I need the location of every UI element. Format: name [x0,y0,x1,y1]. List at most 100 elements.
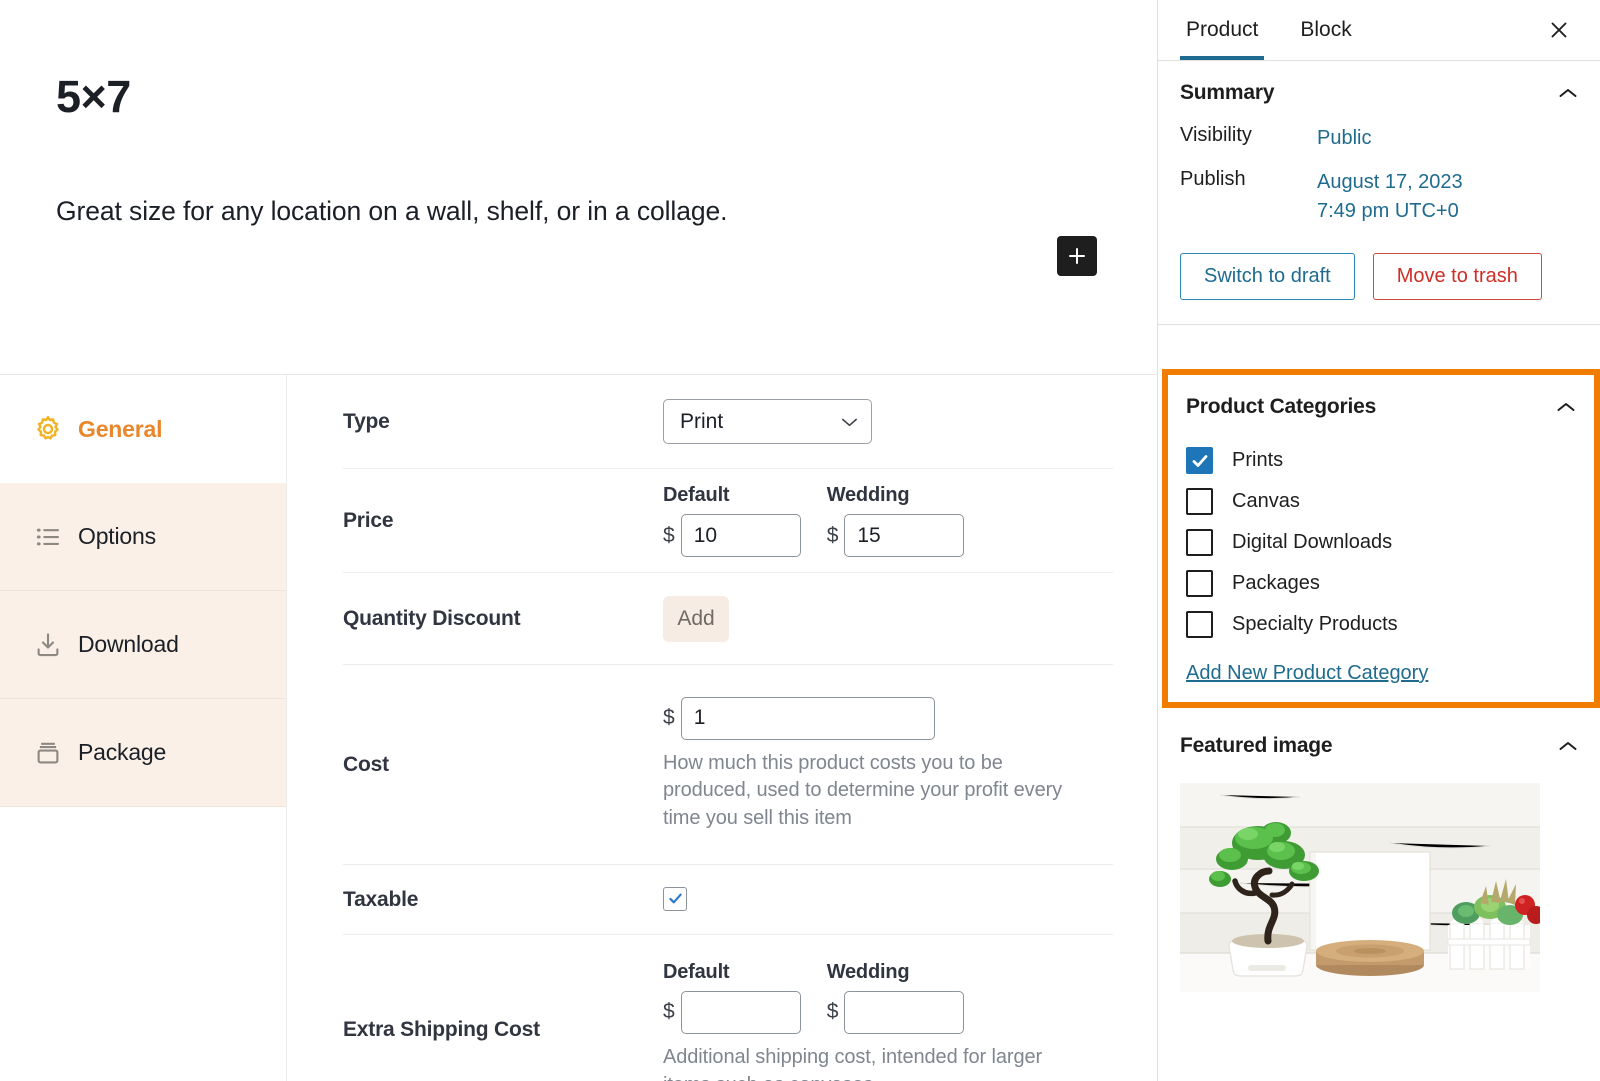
sidebar-item-label: Download [78,631,179,657]
download-icon [33,630,63,660]
summary-section: Summary Visibility Public Publish August… [1158,61,1600,326]
add-block-button[interactable] [1057,236,1097,276]
package-icon [33,738,63,768]
sidebar-item-download[interactable]: Download [0,591,286,699]
featured-image-graphic [1180,783,1540,992]
check-icon [1192,454,1207,467]
publish-row: Publish August 17, 2023 7:49 pm UTC+0 [1180,168,1578,225]
category-item-digital-downloads[interactable]: Digital Downloads [1186,522,1576,563]
chevron-down-icon [842,418,857,426]
extra-shipping-cost-label: Extra Shipping Cost [343,1018,540,1041]
tab-product[interactable]: Product [1180,0,1265,60]
shipping-default-header: Default [663,960,730,983]
post-paragraph[interactable]: Great size for any location on a wall, s… [56,192,1101,230]
check-icon [668,893,682,904]
add-new-product-category-link[interactable]: Add New Product Category [1186,662,1428,685]
move-to-trash-button[interactable]: Move to trash [1372,253,1542,301]
publish-date: August 17, 2023 [1317,171,1463,194]
product-categories-section: Product Categories Prints Canvas Digital… [1162,369,1600,708]
sidebar-item-label: General [78,415,163,442]
close-sidebar-button[interactable] [1540,11,1578,49]
add-quantity-discount-button[interactable]: Add [663,595,729,642]
price-default-header: Default [663,484,730,506]
cost-label: Cost [343,752,389,776]
featured-image-section: Featured image [1158,714,1600,992]
summary-title: Summary [1180,80,1275,104]
sidebar-item-options[interactable]: Options [0,483,286,591]
type-select-value: Print [680,409,724,433]
price-wedding-group: Wedding $ [827,484,965,557]
post-content: 5×7 Great size for any location on a wal… [0,0,1157,374]
category-checkbox[interactable] [1186,488,1213,515]
page-title[interactable]: 5×7 [56,72,1101,122]
price-wedding-header: Wedding [826,484,910,506]
tab-product-label: Product [1186,18,1259,41]
chevron-up-icon [1559,88,1577,97]
category-label: Prints [1232,449,1284,471]
featured-image-title: Featured image [1180,733,1333,757]
featured-image-thumbnail[interactable] [1180,783,1540,992]
price-default-group: Default $ [663,484,801,557]
category-item-specialty-products[interactable]: Specialty Products [1186,604,1576,645]
currency-symbol: $ [663,1000,675,1024]
product-settings-panel: General Options Download Package Type Pr… [0,375,1157,1081]
field-row-cost: Cost $ How much this product costs you t… [343,665,1113,865]
close-icon [1551,22,1567,38]
publish-value[interactable]: August 17, 2023 7:49 pm UTC+0 [1317,168,1463,225]
price-label: Price [343,508,394,532]
featured-image-header[interactable]: Featured image [1180,714,1578,777]
sidebar-item-label: Options [78,523,156,549]
taxable-checkbox[interactable] [663,886,687,911]
shipping-default-group: Default $ [663,961,801,1034]
category-checkbox[interactable] [1186,570,1213,597]
tab-block[interactable]: Block [1294,0,1357,60]
extra-shipping-help-text: Additional shipping cost, intended for l… [663,1045,1043,1081]
field-row-price: Price Default $ Wedding [343,469,1113,573]
list-icon [33,522,63,552]
category-checkbox[interactable] [1186,529,1213,556]
field-row-quantity-discount: Quantity Discount Add [343,573,1113,665]
product-categories-header[interactable]: Product Categories [1186,375,1576,438]
visibility-value[interactable]: Public [1317,124,1371,152]
category-item-packages[interactable]: Packages [1186,563,1576,604]
category-checkbox[interactable] [1186,447,1213,474]
sidebar-tabs: Product Block [1158,0,1600,61]
chevron-up-icon [1557,402,1575,411]
type-select[interactable]: Print [663,399,872,444]
publish-time: 7:49 pm UTC+0 [1317,199,1459,222]
sidebar-item-general[interactable]: General [0,375,286,483]
sidebar-item-label: Package [78,739,167,765]
switch-to-draft-button[interactable]: Switch to draft [1180,253,1355,301]
gear-icon [33,414,63,444]
category-label: Specialty Products [1232,613,1398,635]
visibility-label: Visibility [1180,124,1252,146]
price-default-input[interactable] [680,514,801,557]
summary-actions: Switch to draft Move to trash [1180,241,1578,324]
cost-help-text: How much this product costs you to be pr… [663,751,1063,829]
currency-symbol: $ [663,706,675,730]
chevron-up-icon [1559,741,1577,750]
product-categories-title: Product Categories [1186,394,1377,418]
quantity-discount-label: Quantity Discount [343,606,521,630]
product-categories-list: Prints Canvas Digital Downloads Packages [1186,438,1576,685]
category-label: Digital Downloads [1232,531,1393,553]
summary-section-header[interactable]: Summary [1180,61,1578,124]
category-label: Canvas [1232,490,1300,512]
category-label: Packages [1232,572,1320,594]
shipping-wedding-header: Wedding [826,960,910,983]
category-item-canvas[interactable]: Canvas [1186,481,1576,522]
tab-block-label: Block [1300,18,1352,41]
taxable-label: Taxable [343,887,419,911]
editor-area: 5×7 Great size for any location on a wal… [0,0,1157,1081]
sidebar-item-package[interactable]: Package [0,699,286,807]
cost-input[interactable] [680,696,935,740]
field-row-type: Type Print [343,375,1113,469]
field-row-extra-shipping-cost: Extra Shipping Cost Default $ Wedding $ … [343,935,1113,1081]
shipping-wedding-input[interactable] [844,990,965,1034]
category-item-prints[interactable]: Prints [1186,440,1576,481]
price-wedding-input[interactable] [844,514,965,557]
shipping-default-input[interactable] [680,990,801,1034]
field-row-taxable: Taxable [343,865,1113,935]
type-label: Type [343,409,390,433]
category-checkbox[interactable] [1186,611,1213,638]
